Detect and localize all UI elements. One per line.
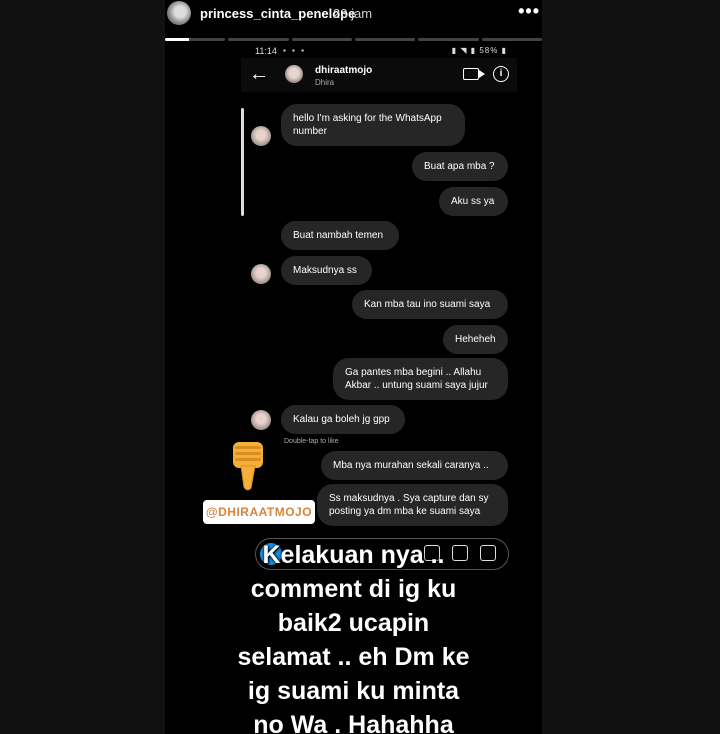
- thumbs-down-icon[interactable]: [229, 440, 269, 492]
- progress-segment: [481, 38, 542, 41]
- story-avatar[interactable]: [167, 1, 191, 25]
- progress-segment: [228, 38, 289, 41]
- message-bubble[interactable]: Maksudnya ss: [281, 256, 372, 285]
- caption-line: ig suami ku minta: [247, 677, 460, 705]
- progress-segment: [354, 38, 416, 41]
- message-bubble[interactable]: Ss maksudnya . Sya capture dan sy postin…: [317, 484, 508, 526]
- phone-time: 11:14: [255, 46, 277, 56]
- dm-avatar[interactable]: [285, 65, 303, 83]
- reply-indicator: [241, 108, 244, 216]
- sender-avatar: [251, 410, 271, 430]
- caption-line: Kelakuan nya ..: [262, 541, 445, 569]
- story-panel: princess_cinta_penelope 23 jam ••• 11:14…: [165, 0, 542, 734]
- message-bubble[interactable]: Aku ss ya: [439, 187, 508, 216]
- progress-segment: [291, 38, 352, 41]
- phone-status-bar: 11:14 ▪ ▪ ▪ ▮ ◥ ▮ 58% ▮: [241, 44, 517, 58]
- notification-icons: ▪ ▪ ▪: [283, 46, 306, 55]
- video-call-icon[interactable]: [463, 68, 485, 80]
- story-caption: Kelakuan nya .. comment di ig ku baik2 u…: [165, 538, 542, 734]
- message-bubble[interactable]: hello I'm asking for the WhatsApp number: [281, 104, 465, 146]
- double-tap-hint: Double-tap to like: [284, 438, 339, 445]
- progress-segment: [418, 38, 479, 41]
- mention-sticker[interactable]: @DHIRAATMOJO: [203, 500, 315, 524]
- sender-avatar: [251, 264, 271, 284]
- info-icon[interactable]: i: [493, 66, 509, 82]
- dm-header: ← dhiraatmojo Dhira i: [241, 58, 517, 92]
- progress-segment: [165, 38, 226, 41]
- caption-line: no Wa . Hahahha: [253, 711, 454, 734]
- battery-level: 58%: [479, 46, 499, 55]
- back-arrow-icon[interactable]: ←: [249, 63, 269, 86]
- story-time: 23 jam: [333, 6, 373, 21]
- message-bubble[interactable]: Kan mba tau ino suami saya: [352, 290, 508, 319]
- message-bubble[interactable]: Buat nambah temen: [281, 221, 399, 250]
- sender-avatar: [251, 126, 271, 146]
- story-progress: [165, 38, 542, 41]
- caption-line: comment di ig ku: [250, 575, 457, 603]
- story-header: princess_cinta_penelope 23 jam •••: [165, 0, 542, 34]
- caption-line: selamat .. eh Dm ke: [237, 643, 470, 671]
- dm-username[interactable]: dhiraatmojo: [315, 65, 372, 76]
- caption-line: baik2 ucapin: [277, 609, 430, 637]
- message-bubble[interactable]: Kalau ga boleh jg gpp: [281, 405, 405, 434]
- message-bubble[interactable]: Mba nya murahan sekali caranya ..: [321, 451, 508, 480]
- dm-subtitle: Dhira: [315, 78, 335, 87]
- message-bubble[interactable]: Ga pantes mba begini .. Allahu Akbar .. …: [333, 358, 508, 400]
- message-bubble[interactable]: Buat apa mba ?: [412, 152, 508, 181]
- more-dots-icon[interactable]: •••: [518, 1, 540, 22]
- phone-battery: ▮ ◥ ▮ 58% ▮: [451, 46, 507, 55]
- message-bubble[interactable]: Heheheh: [443, 325, 508, 354]
